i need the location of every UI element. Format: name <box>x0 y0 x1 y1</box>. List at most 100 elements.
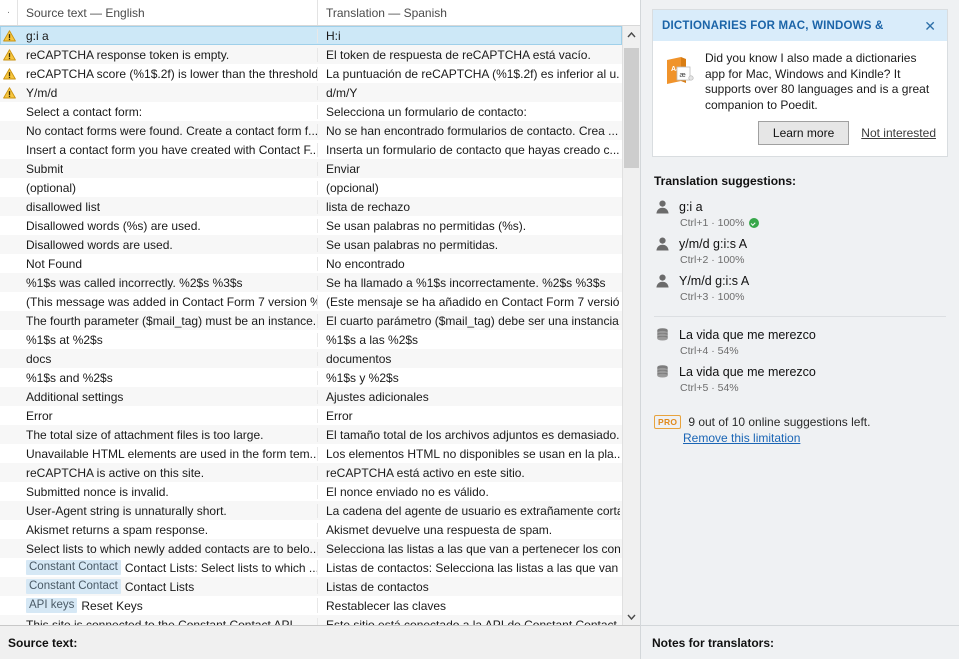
suggestion-item[interactable]: g:i a Ctrl+1 · 100% <box>652 196 948 233</box>
suggestion-text: La vida que me merezco <box>679 328 816 342</box>
row-source-text: The fourth parameter ($mail_tag) must be… <box>18 313 318 328</box>
person-icon <box>654 236 671 252</box>
remove-limitation-link[interactable]: Remove this limitation <box>683 431 948 445</box>
table-row[interactable]: This site is connected to the Constant C… <box>0 615 622 625</box>
list-header: · Source text — English Translation — Sp… <box>0 0 640 26</box>
table-row[interactable]: docs documentos <box>0 349 622 368</box>
scrollbar-thumb[interactable] <box>624 48 639 168</box>
source-text-value: (optional) <box>26 180 77 195</box>
suggestion-meta-row: Ctrl+3 · 100% <box>680 291 948 303</box>
person-icon <box>656 237 669 251</box>
row-translation-text: d/m/Y <box>326 85 358 100</box>
table-row[interactable]: Submit Enviar <box>0 159 622 178</box>
row-source-text: Akismet returns a spam response. <box>18 522 318 537</box>
table-row[interactable]: No contact forms were found. Create a co… <box>0 121 622 140</box>
source-text-value: Reset Keys <box>81 598 143 613</box>
column-header-source[interactable]: Source text — English <box>18 0 318 25</box>
table-row[interactable]: g:i a H:i <box>0 26 622 45</box>
source-text-value: reCAPTCHA score (%1$.2f) is lower than t… <box>26 66 317 81</box>
suggestion-item[interactable]: La vida que me merezco Ctrl+4 · 54% <box>652 324 948 361</box>
row-source-text: disallowed list <box>18 199 318 214</box>
row-translation-text: No se han encontrado formularios de cont… <box>326 123 619 138</box>
table-row[interactable]: (This message was added in Contact Form … <box>0 292 622 311</box>
table-row[interactable]: The fourth parameter ($mail_tag) must be… <box>0 311 622 330</box>
person-icon <box>656 200 669 214</box>
scroll-down-icon[interactable] <box>623 608 640 625</box>
table-row[interactable]: API keys Reset Keys Restablecer las claves <box>0 596 622 615</box>
table-row[interactable]: Select a contact form: Selecciona un form… <box>0 102 622 121</box>
close-icon[interactable]: ✕ <box>922 19 938 33</box>
source-text-value: Y/m/d <box>26 85 58 100</box>
row-translation-text: lista de rechazo <box>326 199 411 214</box>
column-header-translation[interactable]: Translation — Spanish <box>318 0 620 25</box>
not-interested-link[interactable]: Not interested <box>861 126 936 140</box>
table-row[interactable]: Insert a contact form you have created w… <box>0 140 622 159</box>
row-translation-text: La cadena del agente de usuario es extra… <box>326 503 620 518</box>
row-source-text: User-Agent string is unnaturally short. <box>18 503 318 518</box>
warning-icon <box>2 48 16 60</box>
table-row[interactable]: Not Found No encontrado <box>0 254 622 273</box>
suggestion-item[interactable]: La vida que me merezco Ctrl+5 · 54% <box>652 361 948 398</box>
table-row[interactable]: reCAPTCHA response token is empty. El tok… <box>0 45 622 64</box>
suggestion-item[interactable]: Y/m/d g:i:s A Ctrl+3 · 100% <box>652 270 948 307</box>
verified-check-icon <box>748 218 759 228</box>
table-row[interactable]: Error Error <box>0 406 622 425</box>
table-row[interactable]: Akismet returns a spam response. Akismet … <box>0 520 622 539</box>
table-row[interactable]: Disallowed words (%s) are used. Se usan p… <box>0 216 622 235</box>
scroll-up-icon[interactable] <box>623 26 640 43</box>
sidebar-content: DICTIONARIES FOR MAC, WINDOWS & ✕ Aa æ D… <box>641 0 959 625</box>
source-text-value: Not Found <box>26 256 83 271</box>
dictionary-icon: Aa æ <box>662 54 696 88</box>
suggestion-item[interactable]: y/m/d g:i:s A Ctrl+2 · 100% <box>652 233 948 270</box>
row-source-text: docs <box>18 351 318 366</box>
learn-more-button[interactable]: Learn more <box>757 121 850 145</box>
table-row[interactable]: Disallowed words are used. Se usan palabr… <box>0 235 622 254</box>
suggestion-meta-row: Ctrl+1 · 100% <box>680 217 948 229</box>
dictionary-promo-card: DICTIONARIES FOR MAC, WINDOWS & ✕ Aa æ D… <box>652 9 948 157</box>
table-row[interactable]: Constant Contact Contact Lists: Select li… <box>0 558 622 577</box>
source-text-value: This site is connected to the Constant C… <box>26 617 297 626</box>
table-row[interactable]: Additional settings Ajustes adicionales <box>0 387 622 406</box>
source-text-value: The total size of attachment files is to… <box>26 427 264 442</box>
row-translation-text: Se usan palabras no permitidas. <box>326 237 499 252</box>
table-row[interactable]: reCAPTCHA score (%1$.2f) is lower than t… <box>0 64 622 83</box>
suggestion-shortcut-and-score: Ctrl+5 · 54% <box>680 382 739 394</box>
list-vertical-scrollbar[interactable] <box>622 26 640 625</box>
translation-list-pane: · Source text — English Translation — Sp… <box>0 0 640 659</box>
row-translation-text: Error <box>326 408 353 423</box>
row-source-text: %1$s was called incorrectly. %2$s %3$s <box>18 275 318 290</box>
promo-actions: Learn more Not interested <box>653 121 947 156</box>
table-row[interactable]: reCAPTCHA is active on this site. reCAPTC… <box>0 463 622 482</box>
source-text-value: Insert a contact form you have created w… <box>26 142 317 157</box>
row-source-text: (optional) <box>18 180 318 195</box>
warning-icon <box>0 67 18 80</box>
table-row[interactable]: (optional) (opcional) <box>0 178 622 197</box>
row-translation-text: Selecciona las listas a las que van a pe… <box>326 541 620 556</box>
row-source-text: API keys Reset Keys <box>18 598 318 613</box>
pro-notice: PRO 9 out of 10 online suggestions left. <box>654 415 948 429</box>
row-translation-text: (Este mensaje se ha añadido en Contact F… <box>326 294 620 309</box>
table-row[interactable]: disallowed list lista de rechazo <box>0 197 622 216</box>
promo-header: DICTIONARIES FOR MAC, WINDOWS & ✕ <box>653 10 947 41</box>
source-text-value: Error <box>26 408 53 423</box>
table-row[interactable]: Select lists to which newly added contac… <box>0 539 622 558</box>
warning-icon <box>2 67 16 79</box>
table-row[interactable]: Submitted nonce is invalid. El nonce envi… <box>0 482 622 501</box>
column-header-status[interactable]: · <box>0 0 18 25</box>
table-row[interactable]: Unavailable HTML elements are used in th… <box>0 444 622 463</box>
row-translation-text: Ajustes adicionales <box>326 389 429 404</box>
table-row[interactable]: User-Agent string is unnaturally short. L… <box>0 501 622 520</box>
table-row[interactable]: The total size of attachment files is to… <box>0 425 622 444</box>
row-source-text: Submit <box>18 161 318 176</box>
row-source-text: %1$s and %2$s <box>18 370 318 385</box>
source-text-value: The fourth parameter ($mail_tag) must be… <box>26 313 317 328</box>
suggestion-shortcut-and-score: Ctrl+4 · 54% <box>680 345 739 357</box>
pro-badge: PRO <box>654 415 682 429</box>
table-row[interactable]: %1$s and %2$s %1$s y %2$s <box>0 368 622 387</box>
table-row[interactable]: %1$s was called incorrectly. %2$s %3$s Se… <box>0 273 622 292</box>
table-row[interactable]: Constant Contact Contact Lists Listas de c… <box>0 577 622 596</box>
table-row[interactable]: %1$s at %2$s %1$s a las %2$s <box>0 330 622 349</box>
row-source-text: reCAPTCHA score (%1$.2f) is lower than t… <box>18 66 318 81</box>
table-row[interactable]: Y/m/d d/m/Y <box>0 83 622 102</box>
database-icon <box>654 327 671 343</box>
